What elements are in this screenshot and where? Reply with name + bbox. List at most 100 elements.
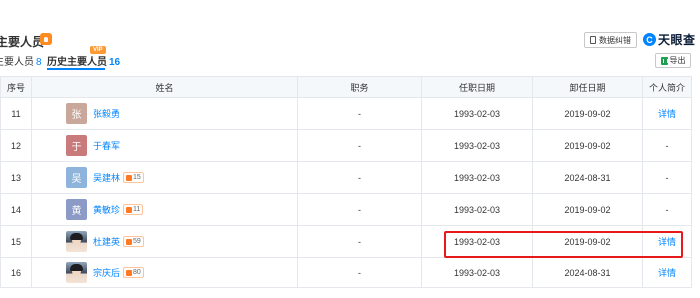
profile-cell: - [642,129,692,162]
avatar[interactable]: 于 [66,135,87,156]
logo-icon: C [643,33,656,46]
avatar[interactable]: 张 [66,103,87,124]
row-index: 14 [0,193,32,226]
start-date-cell: 1993-02-03 [421,225,533,258]
col-name: 姓名 [31,76,298,98]
company-icon [126,238,133,245]
tab-main-personnel[interactable]: 主要人员8 [0,53,42,68]
info-badge-icon [40,33,52,45]
profile-cell: - [642,161,692,194]
related-companies-tag[interactable]: 59 [123,236,144,247]
tag-count: 59 [133,238,141,245]
table-row: 11 张张毅勇 -1993-02-03 2019-09-02 详情 [0,97,692,130]
tag-count: 80 [133,269,141,276]
profile-empty: - [665,172,669,183]
related-companies-tag[interactable]: 11 [123,204,144,215]
end-date-cell: 2019-09-02 [532,225,643,258]
position-cell: - [297,129,422,162]
export-label: 导出 [669,56,686,65]
name-cell: 吴吴建林 15 [31,161,298,194]
avatar[interactable] [66,262,87,283]
detail-link[interactable]: 详情 [658,109,676,119]
company-icon [126,174,133,181]
avatar[interactable]: 吴 [66,167,87,188]
person-name-link[interactable]: 吴建林 [93,171,120,184]
col-position: 职务 [297,76,422,98]
col-end-date: 卸任日期 [532,76,643,98]
person-name-link[interactable]: 张毅勇 [93,107,120,120]
table-header-row: 序号 姓名 职务 任职日期 卸任日期 个人简介 [0,76,692,98]
name-cell: 宗庆后 80 [31,257,298,288]
tab-count: 16 [109,57,121,68]
profile-cell[interactable]: 详情 [642,97,692,130]
tag-count: 15 [133,174,141,181]
tab-label: 历史主要人员 [47,57,107,68]
end-date-cell: 2024-08-31 [532,161,643,194]
tab-label: 主要人员 [0,57,34,68]
section-title: 主要人员 [0,35,45,49]
excel-icon [660,56,668,65]
table-row: 14 黄黄敏珍 11-1993-02-03 2019-09-02- [0,193,692,226]
profile-empty: - [665,204,669,215]
edit-doc-icon [590,36,596,44]
row-index: 15 [0,225,32,258]
col-start-date: 任职日期 [421,76,533,98]
table-row: 16 宗庆后 80 -1993-02-03 2024-08-31 详情 [0,257,692,288]
position-cell: - [297,161,422,194]
person-name-link[interactable]: 于春军 [93,139,120,152]
position-cell: - [297,257,422,288]
end-date-cell: 2019-09-02 [532,129,643,162]
profile-cell[interactable]: 详情 [642,225,692,258]
avatar[interactable] [66,231,87,252]
row-index: 13 [0,161,32,194]
detail-link[interactable]: 详情 [658,268,676,278]
avatar[interactable]: 黄 [66,199,87,220]
name-cell: 杜建英 59 [31,225,298,258]
tab-history-personnel[interactable]: 历史主要人员 16 [47,53,120,68]
related-companies-tag[interactable]: 80 [123,267,144,278]
position-cell: - [297,193,422,226]
start-date-cell: 1993-02-03 [421,257,533,288]
profile-empty: - [665,140,669,151]
tianyancha-logo: C 天眼查 [643,31,696,48]
person-name-link[interactable]: 黄敏珍 [93,203,120,216]
name-cell: 黄黄敏珍 11 [31,193,298,226]
company-icon [126,206,133,213]
row-index: 16 [0,257,32,288]
position-cell: - [297,97,422,130]
end-date-cell: 2019-09-02 [532,97,643,130]
export-button[interactable]: 导出 [655,53,691,68]
row-index: 11 [0,97,32,130]
detail-link[interactable]: 详情 [658,237,676,247]
data-correction-label: 数据纠错 [599,35,631,45]
active-tab-indicator [47,68,105,70]
profile-cell: - [642,193,692,226]
data-correction-button[interactable]: 数据纠错 [584,32,637,48]
tag-count: 11 [133,206,141,213]
vip-badge: VIP [90,46,106,54]
table-row: 15 杜建英 59 -1993-02-03 2019-09-02 详情 [0,225,692,258]
logo-text: 天眼查 [658,33,696,47]
start-date-cell: 1993-02-03 [421,193,533,226]
position-cell: - [297,225,422,258]
col-profile: 个人简介 [642,76,692,98]
table-row: 12 于于春军 -1993-02-03 2019-09-02- [0,129,692,162]
start-date-cell: 1993-02-03 [421,129,533,162]
start-date-cell: 1993-02-03 [421,161,533,194]
start-date-cell: 1993-02-03 [421,97,533,130]
personnel-table: 序号 姓名 职务 任职日期 卸任日期 个人简介 11 张张毅勇 -1993-02-0… [0,76,692,288]
end-date-cell: 2019-09-02 [532,193,643,226]
col-index: 序号 [0,76,32,98]
table-row: 13 吴吴建林 15-1993-02-03 2024-08-31- [0,161,692,194]
name-cell: 于于春军 [31,129,298,162]
person-name-link[interactable]: 宗庆后 [93,266,120,279]
profile-cell[interactable]: 详情 [642,257,692,288]
related-companies-tag[interactable]: 15 [123,172,144,183]
person-name-link[interactable]: 杜建英 [93,235,120,248]
name-cell: 张张毅勇 [31,97,298,130]
section-header: 主要人员 主要人员8 历史主要人员16 VIP 数据纠错 C 天眼查 导出 [0,0,700,72]
tab-count: 8 [36,57,42,68]
company-icon [126,269,133,276]
end-date-cell: 2024-08-31 [532,257,643,288]
row-index: 12 [0,129,32,162]
